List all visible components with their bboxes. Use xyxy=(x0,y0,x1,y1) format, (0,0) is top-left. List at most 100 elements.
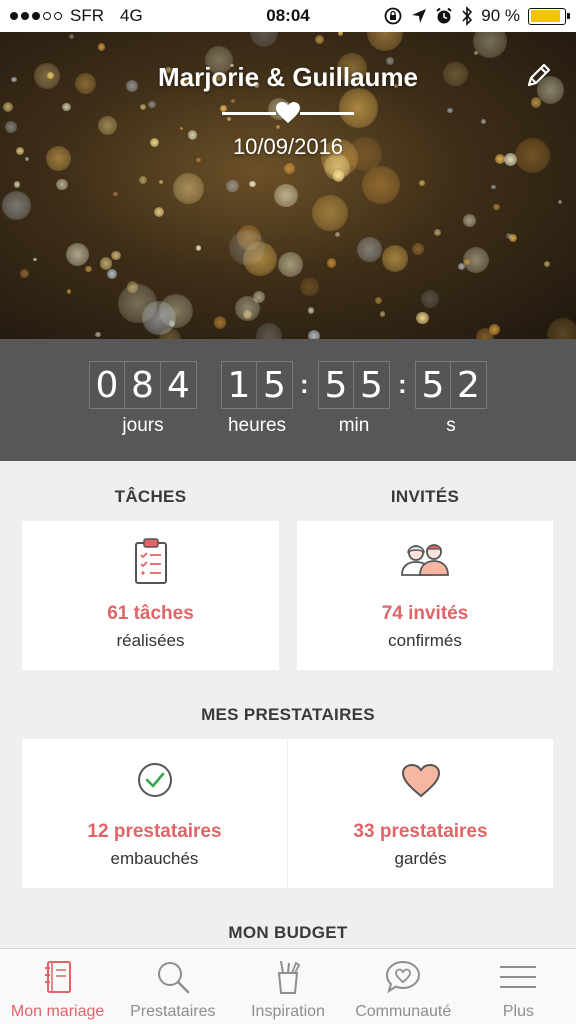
countdown-digit: 2 xyxy=(451,361,487,409)
vendors-saved-status: gardés xyxy=(394,849,447,868)
bokeh-light xyxy=(544,261,551,268)
bokeh-light xyxy=(148,100,156,109)
bokeh-light xyxy=(447,107,453,114)
carrier-name: SFR xyxy=(70,6,104,25)
countdown-digit: 0 xyxy=(89,361,125,409)
vendors-saved-card[interactable]: 33 prestataires gardés xyxy=(288,739,553,888)
budget-title: MON BUDGET xyxy=(228,923,348,942)
countdown-separator: : xyxy=(300,369,309,399)
tasks-card[interactable]: 61 tâches réalisées xyxy=(22,521,279,670)
countdown-days: 0 8 4 xyxy=(89,361,197,409)
bokeh-light xyxy=(62,102,71,112)
countdown-digit: 5 xyxy=(318,361,354,409)
countdown-seconds: 5 2 xyxy=(415,361,487,409)
bokeh-light xyxy=(481,119,487,125)
tab-communaute[interactable]: Communauté xyxy=(346,949,461,1024)
bokeh-light xyxy=(126,281,139,293)
vendors-hired-count: 12 prestataires xyxy=(87,821,222,842)
bokeh-light xyxy=(111,250,121,261)
bokeh-light xyxy=(546,317,576,339)
bokeh-light xyxy=(491,184,496,190)
status-left: SFR 4G xyxy=(10,6,143,26)
bokeh-light xyxy=(95,331,102,338)
bokeh-light xyxy=(337,32,344,36)
bokeh-light xyxy=(326,258,337,268)
countdown-digit: 5 xyxy=(415,361,451,409)
bokeh-light xyxy=(433,228,441,236)
bokeh-light xyxy=(213,316,227,329)
network-type: 4G xyxy=(120,6,143,25)
rotation-lock-icon xyxy=(384,7,402,25)
bokeh-light xyxy=(55,178,68,191)
tab-label: Communauté xyxy=(355,1003,452,1020)
menu-icon xyxy=(500,966,537,988)
status-time: 08:04 xyxy=(266,6,310,25)
bokeh-light xyxy=(275,124,281,130)
checkmark-circle-icon xyxy=(137,763,172,797)
bokeh-light xyxy=(229,229,265,265)
countdown-days-label: jours xyxy=(122,415,164,436)
signal-strength-icon xyxy=(10,12,62,20)
vendors-hired-status: embauchés xyxy=(110,849,199,868)
vendors-hired-card[interactable]: 12 prestataires embauchés xyxy=(22,739,287,888)
bokeh-light xyxy=(558,200,563,205)
bokeh-light xyxy=(255,323,282,339)
status-right: 90 % xyxy=(383,6,570,26)
heart-icon xyxy=(276,102,300,123)
bokeh-light xyxy=(332,170,345,182)
bokeh-light xyxy=(362,166,401,205)
guests-title: INVITÉS xyxy=(390,487,460,506)
tab-prestataires[interactable]: Prestataires xyxy=(115,949,230,1024)
bokeh-light xyxy=(33,258,37,262)
guests-card[interactable]: 74 invités confirmés xyxy=(297,521,553,670)
bokeh-light xyxy=(381,245,409,272)
countdown-minutes: 5 5 xyxy=(318,361,390,409)
tab-mon-mariage[interactable]: Mon mariage xyxy=(0,949,115,1024)
countdown-digit: 1 xyxy=(221,361,257,409)
bokeh-light xyxy=(249,181,256,188)
bokeh-light xyxy=(314,34,325,45)
bokeh-light xyxy=(420,289,440,308)
bokeh-light xyxy=(65,242,89,266)
cup-icon xyxy=(277,960,301,994)
countdown-separator: : xyxy=(398,369,407,399)
bokeh-light xyxy=(138,176,147,185)
bokeh-light xyxy=(375,296,383,304)
countdown-digit: 5 xyxy=(354,361,390,409)
tab-inspiration[interactable]: Inspiration xyxy=(230,949,345,1024)
tab-plus[interactable]: Plus xyxy=(461,949,576,1024)
bluetooth-icon xyxy=(462,6,473,26)
bokeh-light xyxy=(85,266,92,273)
bokeh-light xyxy=(458,262,466,270)
bokeh-light xyxy=(357,237,382,262)
battery-level-fill xyxy=(530,10,561,22)
bokeh-light xyxy=(249,32,279,48)
location-icon xyxy=(412,9,427,23)
bokeh-light xyxy=(379,311,386,318)
tab-label: Mon mariage xyxy=(10,1003,105,1020)
bokeh-light xyxy=(196,245,202,251)
bokeh-light xyxy=(307,329,321,339)
status-bar: SFR 4G 08:04 90 % xyxy=(0,0,576,32)
tab-label: Prestataires xyxy=(130,1003,216,1020)
bokeh-light xyxy=(416,311,429,325)
tab-bar: Mon mariage Prestataires Inspiration Com… xyxy=(0,948,576,1024)
bokeh-light xyxy=(473,51,478,55)
chat-heart-icon xyxy=(386,960,421,994)
countdown-digit: 5 xyxy=(257,361,293,409)
bokeh-light xyxy=(278,252,304,278)
bokeh-light xyxy=(100,257,113,270)
bokeh-light xyxy=(97,115,118,136)
bokeh-light xyxy=(475,328,494,339)
countdown-minutes-label: min xyxy=(338,415,370,436)
bokeh-light xyxy=(2,190,32,220)
notebook-icon xyxy=(44,961,71,993)
guests-couple-icon xyxy=(401,544,449,576)
bokeh-light xyxy=(159,180,163,184)
bokeh-light xyxy=(226,179,239,193)
bokeh-light xyxy=(283,162,295,174)
edit-pencil-icon[interactable] xyxy=(524,60,554,90)
tab-label: Inspiration xyxy=(251,1003,325,1020)
bokeh-light xyxy=(180,127,184,131)
bokeh-light xyxy=(411,242,424,255)
